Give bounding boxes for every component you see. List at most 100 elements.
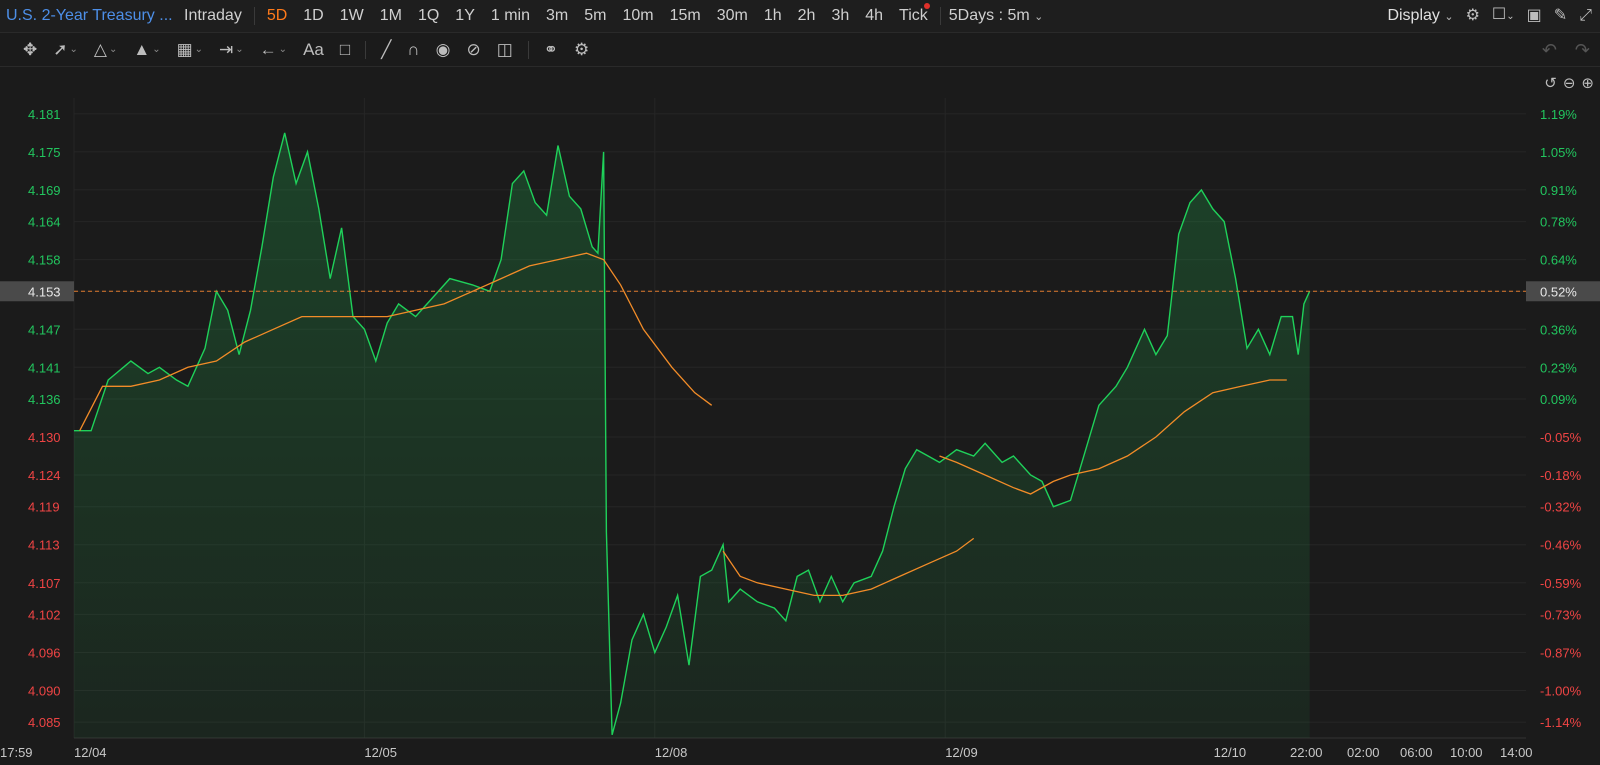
y-tick-label: 4.119 (28, 500, 60, 515)
period-divider (253, 7, 255, 25)
arrow-tool-icon[interactable]: ← ⌄ (255, 40, 292, 60)
reset-zoom-icon[interactable]: ↺ (1544, 74, 1557, 92)
visibility-icon[interactable]: ◉ (431, 40, 456, 60)
camera-icon[interactable]: ▣ (1527, 8, 1542, 24)
period-2h[interactable]: 2h (790, 7, 824, 25)
display-label: Display (1387, 7, 1440, 24)
y-tick-label: 4.164 (28, 215, 61, 230)
period-3m[interactable]: 3m (538, 7, 576, 25)
period-10m[interactable]: 10m (614, 7, 661, 25)
y-tick-label: 4.181 (28, 107, 61, 122)
text-tool-icon[interactable]: Aa (298, 40, 329, 60)
y-tick-label: 4.169 (28, 183, 61, 198)
symbol-title[interactable]: U.S. 2-Year Treasury ... (0, 7, 176, 25)
current-price-label: 4.153 (28, 284, 61, 299)
period-5d[interactable]: 5D (259, 7, 295, 25)
measure-tool-icon[interactable]: ▦ ⌄ (172, 40, 208, 60)
y-tick-label: 4.136 (28, 392, 61, 407)
move-icon[interactable]: ✥ (18, 40, 42, 60)
period-1m[interactable]: 1M (372, 7, 410, 25)
x-tick-label: 22:00 (1290, 745, 1323, 760)
pattern-tool-icon[interactable]: ▲ ⌄ (128, 40, 165, 60)
period-30m[interactable]: 30m (709, 7, 756, 25)
x-tick-label: 12/08 (655, 745, 688, 760)
pct-tick-label: -0.32% (1540, 500, 1582, 515)
link-icon[interactable]: ⚭ (539, 40, 563, 60)
gear-icon[interactable]: ⚙ (1466, 8, 1480, 24)
pen-icon[interactable]: ╱ (376, 40, 396, 60)
period-tick[interactable]: Tick (891, 3, 936, 25)
notification-dot (923, 3, 930, 9)
x-tick-label: 14:00 (1500, 745, 1533, 760)
period-5m[interactable]: 5m (576, 7, 614, 25)
toolbar-divider (365, 40, 367, 59)
pct-tick-label: 1.05% (1540, 145, 1577, 160)
range-tool-icon[interactable]: ⇥ ⌄ (214, 40, 249, 60)
y-tick-label: 4.124 (28, 468, 61, 483)
undo-icon[interactable]: ↶ (1542, 40, 1557, 61)
period-4h[interactable]: 4h (857, 7, 891, 25)
pct-tick-label: 0.78% (1540, 215, 1577, 230)
drawing-toolbar: ✥ ➚ ⌄ △ ⌄ ▲ ⌄ ▦ ⌄ ⇥ ⌄ ← ⌄ Aa □ ╱ ∩ ◉ ⊘ ◫ ⚭ ⚙ (0, 33, 1600, 67)
line-tool-icon[interactable]: ➚ ⌄ (48, 40, 83, 60)
period-15m[interactable]: 15m (662, 7, 709, 25)
chevron-down-icon: ⌄ (1034, 11, 1044, 23)
pct-tick-label: 0.09% (1540, 392, 1577, 407)
magnet-icon[interactable]: ∩ (402, 40, 424, 60)
x-tick-label: 12/04 (74, 745, 107, 760)
pencil-icon[interactable]: ✎ (1554, 8, 1567, 24)
y-tick-label: 4.085 (28, 715, 61, 730)
hide-icon[interactable]: ⊘ (461, 40, 485, 60)
header-bar: U.S. 2-Year Treasury ... Intraday 5D 1D 1W 1… (0, 0, 1600, 33)
price-chart[interactable]: 4.181 4.175 4.169 4.164 4.158 4.147 4.141 4.136… (0, 0, 1600, 765)
toolbar-divider (527, 40, 529, 59)
period-1q[interactable]: 1Q (410, 7, 447, 25)
y-tick-label: 4.130 (28, 430, 61, 445)
pct-tick-label: -0.73% (1540, 607, 1582, 622)
current-change-label: 0.52% (1540, 284, 1577, 299)
zoom-in-icon[interactable]: ⊕ (1581, 74, 1594, 92)
period-selector: Intraday 5D 1D 1W 1M 1Q 1Y 1 min 3m 5m 10m 15m 30m 1h… (176, 3, 945, 25)
zoom-controls: ↺ ⊖ ⊕ (1544, 74, 1594, 92)
range-selector[interactable]: 5Days : 5m ⌄ (945, 7, 1044, 25)
range-selector-label: 5Days : 5m (948, 7, 1030, 24)
layout-icon[interactable]: ☐⌄ (1492, 7, 1515, 25)
display-button[interactable]: Display ⌄ (1387, 7, 1453, 25)
fib-tool-icon[interactable]: △ ⌄ (89, 40, 122, 60)
period-1y[interactable]: 1Y (447, 7, 483, 25)
x-tick-label: 12/05 (364, 745, 397, 760)
period-1-min[interactable]: 1 min (483, 7, 538, 25)
period-1w[interactable]: 1W (332, 7, 372, 25)
period-1d[interactable]: 1D (295, 7, 331, 25)
note-tool-icon[interactable]: □ (335, 40, 355, 60)
y-tick-label: 4.175 (28, 145, 61, 160)
x-tick-label: 10:00 (1450, 745, 1483, 760)
redo-icon[interactable]: ↷ (1575, 40, 1590, 61)
y-tick-label: 4.096 (28, 645, 61, 660)
x-tick-label: 02:00 (1347, 745, 1380, 760)
y-tick-label: 4.113 (28, 538, 60, 553)
pct-tick-label: -0.05% (1540, 430, 1582, 445)
chevron-down-icon: ⌄ (1444, 11, 1454, 23)
fullscreen-icon[interactable]: ⤢ (1579, 8, 1592, 24)
pct-tick-label: 0.36% (1540, 322, 1577, 337)
settings-icon[interactable]: ⚙ (569, 40, 594, 60)
period-divider (939, 7, 941, 25)
x-tick-label: 12/10 (1214, 745, 1247, 760)
trash-icon[interactable]: ◫ (492, 40, 518, 60)
period-3h[interactable]: 3h (823, 7, 857, 25)
pct-tick-label: 0.91% (1540, 183, 1577, 198)
pct-tick-label: 0.64% (1540, 253, 1577, 268)
x-tick-label: 06:00 (1400, 745, 1433, 760)
y-tick-label: 4.107 (28, 576, 61, 591)
zoom-out-icon[interactable]: ⊖ (1563, 74, 1576, 92)
pct-tick-label: -1.00% (1540, 683, 1582, 698)
period-intraday[interactable]: Intraday (176, 7, 250, 25)
y-tick-label: 4.158 (28, 253, 61, 268)
period-1h[interactable]: 1h (756, 7, 790, 25)
pct-tick-label: -0.59% (1540, 576, 1582, 591)
pct-tick-label: 0.23% (1540, 360, 1577, 375)
pct-tick-label: 1.19% (1540, 107, 1577, 122)
y-tick-label: 4.141 (28, 360, 61, 375)
pct-tick-label: -0.87% (1540, 645, 1582, 660)
